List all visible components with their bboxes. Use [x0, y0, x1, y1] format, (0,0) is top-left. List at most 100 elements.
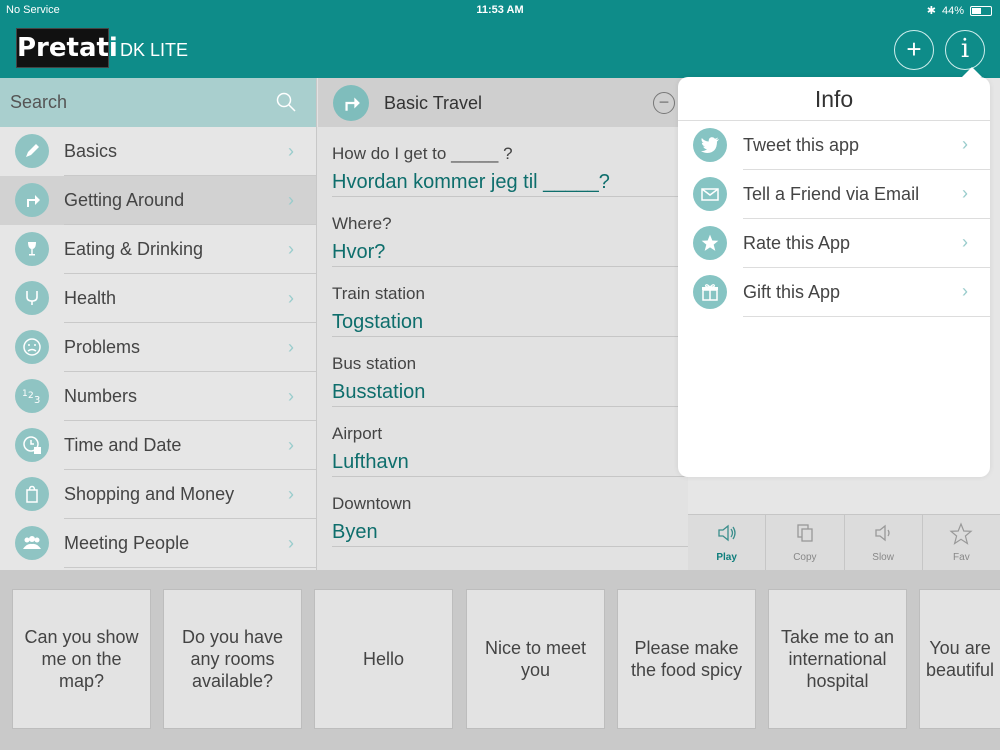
sidebar-item-label: Health	[64, 288, 117, 308]
chevron-right-icon: ›	[288, 435, 294, 455]
action-label: Fav	[953, 552, 970, 563]
chevron-right-icon: ›	[288, 141, 294, 161]
chevron-right-icon: ›	[288, 239, 294, 259]
chevron-right-icon: ›	[962, 134, 968, 154]
popover-item-label: Tell a Friend via Email	[743, 184, 920, 204]
chevron-right-icon: ›	[288, 190, 294, 210]
search-input[interactable]: Search	[0, 78, 316, 127]
action-label: Copy	[793, 552, 817, 563]
turn-arrow-icon	[333, 85, 369, 121]
info-button[interactable]: i	[945, 30, 985, 70]
turn-arrow-icon	[15, 183, 49, 217]
collapse-icon[interactable]: −	[653, 92, 675, 114]
wine-glass-icon	[15, 232, 49, 266]
quick-phrase-card[interactable]: Take me to an international hospital	[768, 589, 907, 729]
copy-icon	[766, 522, 843, 544]
speaker-slow-icon	[845, 522, 922, 544]
chevron-right-icon: ›	[288, 386, 294, 406]
phrase-row[interactable]: Downtown Byen	[332, 477, 688, 547]
rate-app-item[interactable]: Rate this App ›	[678, 219, 990, 268]
phrase-row[interactable]: Airport Lufthavn	[332, 407, 688, 477]
status-bar: No Service 11:53 AM ✱ 44%	[0, 0, 1000, 20]
action-label: Slow	[872, 552, 894, 563]
speaker-icon	[688, 522, 765, 544]
battery-icon	[970, 5, 992, 16]
quick-phrase-card[interactable]: Please make the food spicy	[617, 589, 756, 729]
sidebar-item-health[interactable]: Health ›	[0, 274, 316, 323]
sidebar-item-problems[interactable]: Problems ›	[0, 323, 316, 372]
svg-text:3: 3	[34, 395, 40, 406]
twitter-icon	[693, 128, 727, 162]
phrase-row[interactable]: How do I get to _____ ? Hvordan kommer je…	[332, 127, 688, 197]
battery-percent: 44%	[941, 4, 964, 17]
sidebar-item-label: Basics	[64, 141, 118, 161]
category-sidebar: Search Basics › Getting Around › Eating …	[0, 78, 317, 570]
sidebar-item-label: Time and Date	[64, 435, 182, 455]
sidebar-item-getting-around[interactable]: Getting Around ›	[0, 176, 316, 225]
sidebar-item-label: Shopping and Money	[64, 484, 235, 504]
phrase-english: Train station	[332, 284, 425, 303]
chevron-right-icon: ›	[962, 281, 968, 301]
sidebar-item-label: Eating & Drinking	[64, 239, 204, 259]
svg-text:1: 1	[22, 389, 28, 399]
phrase-danish: Hvor?	[332, 241, 386, 263]
add-button[interactable]: +	[894, 30, 934, 70]
phrase-danish: Hvordan kommer jeg til _____?	[332, 171, 610, 193]
category-title: Basic Travel	[384, 93, 483, 113]
gift-app-item[interactable]: Gift this App ›	[678, 268, 990, 317]
phrase-list: Basic Travel − How do I get to _____ ? Hv…	[318, 78, 688, 570]
quick-phrase-card[interactable]: Hello	[314, 589, 453, 729]
sidebar-item-basics[interactable]: Basics ›	[0, 127, 316, 176]
quick-phrase-card[interactable]: You are beautiful	[919, 589, 1000, 729]
sidebar-item-time-date[interactable]: Time and Date ›	[0, 421, 316, 470]
status-right: ✱ 44%	[927, 4, 992, 17]
svg-text:2: 2	[28, 391, 34, 401]
popover-item-label: Gift this App	[743, 282, 841, 302]
popover-arrow	[962, 67, 982, 77]
phrase-row[interactable]: Bus station Busstation	[332, 337, 688, 407]
quick-phrase-card[interactable]: Can you show me on the map?	[12, 589, 151, 729]
popover-item-label: Tweet this app	[743, 135, 860, 155]
slow-button[interactable]: Slow	[845, 515, 923, 570]
tweet-app-item[interactable]: Tweet this app ›	[678, 121, 990, 170]
sidebar-item-label: Problems	[64, 337, 141, 357]
phrase-row[interactable]: Train station Togstation	[332, 267, 688, 337]
phrase-english: Downtown	[332, 494, 412, 513]
phrase-english: Airport	[332, 424, 383, 443]
play-button[interactable]: Play	[688, 515, 767, 570]
clock-text: 11:53 AM	[476, 4, 524, 16]
app-logo: Pretati	[16, 28, 118, 68]
sidebar-item-eating-drinking[interactable]: Eating & Drinking ›	[0, 225, 316, 274]
phrase-english: How do I get to _____ ?	[332, 144, 513, 163]
category-header: Basic Travel −	[318, 78, 688, 127]
gift-icon	[693, 275, 727, 309]
phrase-row[interactable]: Where? Hvor?	[332, 197, 688, 267]
copy-button[interactable]: Copy	[766, 515, 845, 570]
search-placeholder: Search	[10, 92, 68, 112]
quick-phrases-strip: Can you show me on the map? Do you have …	[0, 570, 1000, 750]
email-icon	[693, 177, 727, 211]
phrase-english: Where?	[332, 214, 392, 233]
sidebar-item-meeting-people[interactable]: Meeting People ›	[0, 519, 316, 568]
email-friend-item[interactable]: Tell a Friend via Email ›	[678, 170, 990, 219]
people-icon	[15, 526, 49, 560]
popover-item-label: Rate this App	[743, 233, 851, 253]
sidebar-item-shopping-money[interactable]: Shopping and Money ›	[0, 470, 316, 519]
sidebar-item-label: Numbers	[64, 386, 138, 406]
search-icon	[276, 92, 296, 112]
phrase-danish: Lufthavn	[332, 451, 409, 473]
fav-button[interactable]: Fav	[923, 515, 1000, 570]
phrase-english: Bus station	[332, 354, 417, 373]
star-icon	[693, 226, 727, 260]
quick-phrase-card[interactable]: Nice to meet you	[466, 589, 605, 729]
chevron-right-icon: ›	[962, 232, 968, 252]
numbers-icon: 123	[15, 379, 49, 413]
sidebar-item-label: Getting Around	[64, 190, 185, 210]
app-subtitle: DK LITE	[120, 40, 189, 60]
stethoscope-icon	[15, 281, 49, 315]
header-bar: No Service 11:53 AM ✱ 44% Pretati DK LIT…	[0, 0, 1000, 78]
action-bar: Play Copy Slow Fav	[688, 514, 1000, 570]
chevron-right-icon: ›	[288, 484, 294, 504]
quick-phrase-card[interactable]: Do you have any rooms available?	[163, 589, 302, 729]
sidebar-item-numbers[interactable]: 123 Numbers ›	[0, 372, 316, 421]
